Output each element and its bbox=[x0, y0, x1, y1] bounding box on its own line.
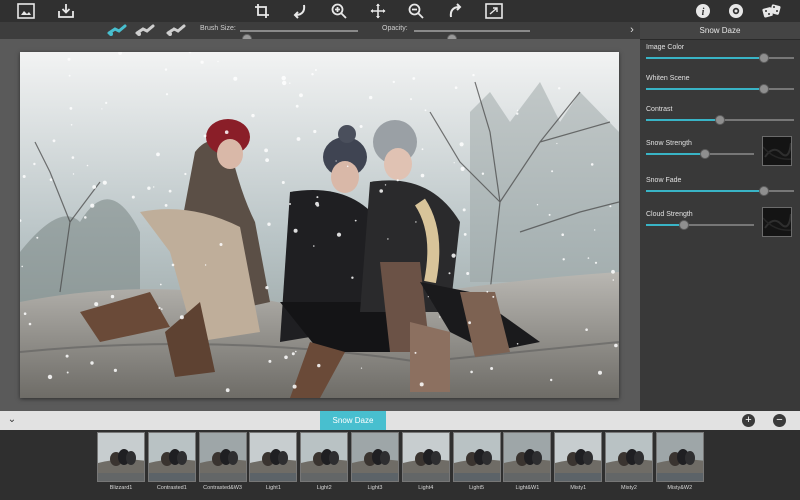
preset-thumbnail[interactable]: Light2 bbox=[300, 432, 349, 495]
preset-thumbnail[interactable]: Misty2 bbox=[605, 432, 653, 495]
preset-label: Contrasted1 bbox=[156, 485, 187, 491]
randomize-dice-icon[interactable] bbox=[762, 1, 782, 21]
preset-preview-image bbox=[198, 432, 247, 482]
control-slider[interactable] bbox=[646, 149, 754, 159]
slider-thumb[interactable] bbox=[678, 220, 689, 230]
preset-label: Light2 bbox=[316, 485, 332, 491]
preset-thumbnail[interactable]: Blizzard1 bbox=[97, 432, 145, 495]
slider-fill bbox=[646, 190, 765, 192]
preset-preview-image bbox=[97, 432, 145, 482]
preset-preview-image bbox=[147, 432, 196, 482]
settings-icon[interactable] bbox=[726, 1, 746, 21]
canvas-area bbox=[0, 39, 640, 411]
preset-label: Misty2 bbox=[621, 485, 637, 491]
slider-fill bbox=[646, 153, 706, 155]
chevron-right-icon[interactable]: › bbox=[625, 23, 639, 37]
preset-preview-image bbox=[554, 432, 603, 482]
preset-thumbnail[interactable]: Light3 bbox=[351, 432, 399, 495]
opacity-slider[interactable] bbox=[414, 30, 530, 44]
texture-swatch[interactable] bbox=[762, 207, 792, 237]
fit-to-screen-icon[interactable] bbox=[484, 1, 504, 21]
paint-brush-icon[interactable] bbox=[107, 23, 129, 37]
preset-label: Light&W1 bbox=[515, 485, 540, 491]
control-slider[interactable] bbox=[646, 220, 754, 230]
slider-thumb[interactable] bbox=[759, 186, 770, 196]
opacity-label: Opacity: bbox=[382, 25, 408, 32]
preset-thumbnail[interactable]: Contrasted1 bbox=[147, 432, 196, 495]
brush-options-bar: Brush Size: Opacity: › bbox=[0, 22, 640, 44]
minus-icon[interactable]: − bbox=[773, 414, 786, 427]
zoom-out-icon[interactable] bbox=[406, 1, 426, 21]
control-label: Image Color bbox=[646, 44, 685, 51]
preset-label: Misty1 bbox=[570, 485, 587, 491]
preset-thumbnail[interactable]: Light4 bbox=[401, 432, 450, 495]
preset-label: Blizzard1 bbox=[109, 485, 133, 491]
texture-swatch[interactable] bbox=[762, 136, 792, 166]
control-label: Contrast bbox=[646, 106, 673, 113]
preset-thumbnail[interactable]: Misty1 bbox=[554, 432, 603, 495]
preset-preview-image bbox=[401, 432, 450, 482]
control-slider[interactable] bbox=[646, 84, 794, 94]
preset-label: Light1 bbox=[265, 485, 281, 491]
preset-label: Light5 bbox=[469, 485, 485, 491]
preset-thumbnail[interactable]: Contrasted&W3 bbox=[198, 432, 247, 495]
control-label: Snow Strength bbox=[646, 140, 692, 147]
slider-thumb[interactable] bbox=[700, 149, 711, 159]
preset-label: Light3 bbox=[367, 485, 383, 491]
preset-preview-image bbox=[605, 432, 653, 482]
slider-fill bbox=[646, 88, 765, 90]
preset-preview-image bbox=[351, 432, 399, 482]
preset-preview-image bbox=[300, 432, 349, 482]
effect-settings-panel: Snow Daze Image Color Whiten Scene Contras… bbox=[640, 22, 800, 411]
slider-thumb[interactable] bbox=[759, 84, 770, 94]
control-label: Cloud Strength bbox=[646, 211, 693, 218]
control-slider[interactable] bbox=[646, 186, 794, 196]
redo-icon[interactable] bbox=[445, 1, 465, 21]
preset-thumbnail[interactable]: Misty&W2 bbox=[655, 432, 704, 495]
preset-thumbnail[interactable]: Light5 bbox=[452, 432, 501, 495]
move-icon[interactable] bbox=[368, 1, 388, 21]
crop-icon[interactable] bbox=[252, 1, 272, 21]
slider-thumb[interactable] bbox=[715, 115, 725, 125]
preset-thumbnail[interactable]: Light1 bbox=[249, 432, 298, 495]
edited-photo[interactable] bbox=[20, 52, 619, 398]
preset-preview-image bbox=[452, 432, 501, 482]
plus-icon[interactable]: + bbox=[742, 414, 755, 427]
info-icon[interactable]: i bbox=[693, 1, 713, 21]
control-slider[interactable] bbox=[646, 115, 794, 125]
preset-category-bar: ⌄ Snow Daze + − bbox=[0, 411, 800, 430]
slider-thumb[interactable] bbox=[759, 53, 770, 63]
undo-icon[interactable] bbox=[290, 1, 310, 21]
brush-size-label: Brush Size: bbox=[200, 25, 236, 32]
soft-brush-icon[interactable] bbox=[166, 23, 188, 37]
control-label: Whiten Scene bbox=[646, 75, 690, 82]
preset-preview-image bbox=[249, 432, 298, 482]
preset-tab-snow-daze[interactable]: Snow Daze bbox=[320, 411, 386, 430]
preset-preview-image bbox=[503, 432, 552, 482]
preset-thumbnail-strip: Blizzard1 Contrasted1 Contrasted&W3 Light1 L… bbox=[0, 430, 800, 500]
slider-fill bbox=[646, 57, 765, 59]
control-label: Snow Fade bbox=[646, 177, 682, 184]
chevron-down-icon[interactable]: ⌄ bbox=[5, 413, 19, 427]
erase-brush-icon[interactable] bbox=[135, 23, 157, 37]
zoom-in-icon[interactable] bbox=[329, 1, 349, 21]
preset-label: Light4 bbox=[418, 485, 434, 491]
photo-browser-icon[interactable] bbox=[16, 1, 36, 21]
preset-label: Contrasted&W3 bbox=[203, 485, 242, 491]
slider-fill bbox=[646, 119, 720, 121]
preset-label: Misty&W2 bbox=[667, 485, 693, 491]
preset-preview-image bbox=[655, 432, 704, 482]
top-toolbar: i bbox=[0, 0, 800, 22]
save-icon[interactable] bbox=[56, 1, 76, 21]
brush-size-slider[interactable] bbox=[240, 30, 358, 44]
preset-thumbnail[interactable]: Light&W1 bbox=[503, 432, 552, 495]
panel-title: Snow Daze bbox=[640, 22, 800, 40]
svg-text:i: i bbox=[702, 7, 705, 18]
control-slider[interactable] bbox=[646, 53, 794, 63]
